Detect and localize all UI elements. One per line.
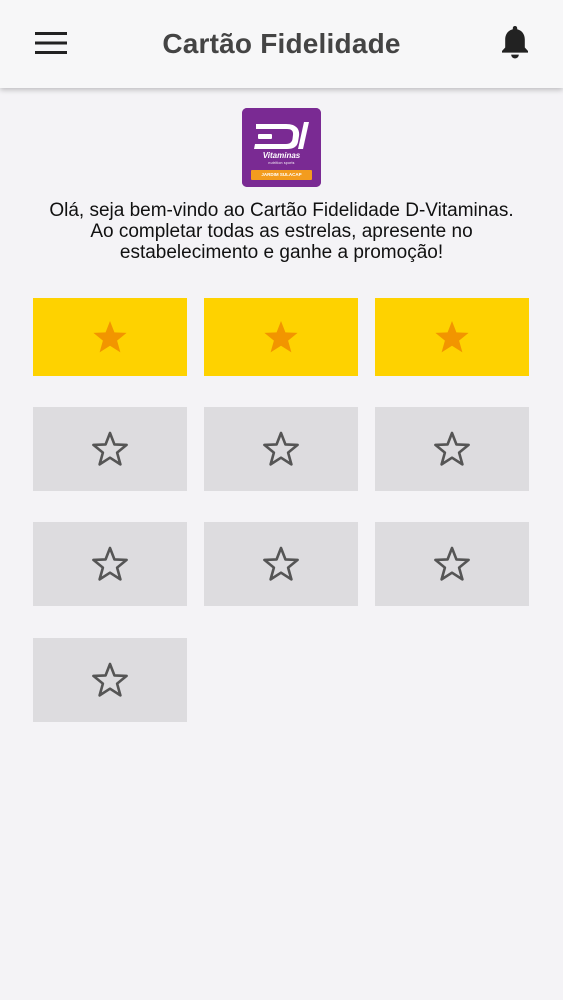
star-slot-empty[interactable] [375, 522, 529, 606]
star-slot-empty[interactable] [375, 407, 529, 491]
star-slot-filled[interactable] [204, 298, 358, 376]
star-outline-icon [92, 546, 128, 581]
menu-button[interactable] [30, 26, 72, 60]
content-area: Vitaminas nutrition sports JARDIM SULACA… [0, 88, 563, 1000]
star-filled-icon [264, 321, 298, 353]
menu-icon [35, 32, 67, 54]
star-filled-icon [435, 321, 469, 353]
loyalty-star-grid [0, 88, 563, 1000]
page-title: Cartão Fidelidade [162, 28, 401, 59]
star-slot-empty[interactable] [33, 407, 187, 491]
star-outline-icon [434, 546, 470, 581]
star-slot-filled[interactable] [375, 298, 529, 376]
bell-icon [502, 26, 528, 59]
star-slot-empty[interactable] [204, 407, 358, 491]
star-outline-icon [263, 431, 299, 466]
star-outline-icon [434, 431, 470, 466]
app-bar: Cartão Fidelidade [0, 0, 563, 88]
star-filled-icon [93, 321, 127, 353]
star-slot-empty[interactable] [33, 522, 187, 606]
star-outline-icon [92, 431, 128, 466]
star-slot-empty[interactable] [33, 638, 187, 722]
star-slot-empty[interactable] [204, 522, 358, 606]
star-slot-filled[interactable] [33, 298, 187, 376]
star-outline-icon [263, 546, 299, 581]
star-outline-icon [92, 662, 128, 697]
notifications-button[interactable] [495, 22, 535, 62]
